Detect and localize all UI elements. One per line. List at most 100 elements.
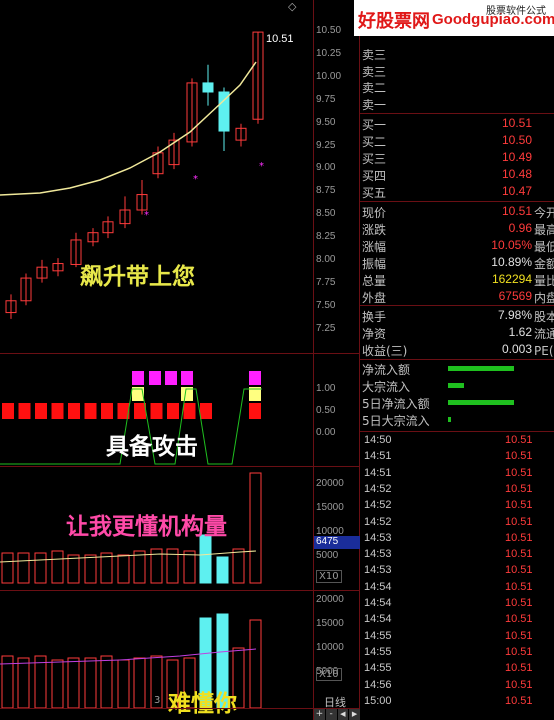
tick-price: 10.51 xyxy=(505,580,533,593)
volume-bar xyxy=(17,552,30,584)
quote-value: 0.96 xyxy=(508,221,532,235)
signal-block xyxy=(249,403,261,419)
axis-tick-label: 8.50 xyxy=(316,208,336,220)
money-bar xyxy=(17,657,30,709)
axis-tick-label: 9.75 xyxy=(316,93,336,105)
axis-tick-label: 9.00 xyxy=(316,162,336,174)
tick-price: 10.51 xyxy=(505,531,533,544)
tick-time: 14:53 xyxy=(364,548,392,561)
fund-divider xyxy=(360,359,554,360)
quote-row: 涨幅 10.05% 最低 xyxy=(362,238,554,254)
axis-tick-label: 1.00 xyxy=(316,383,336,394)
scroll-right-button[interactable]: ▶ xyxy=(349,709,360,720)
quote-row: 涨跌 0.96 最高 xyxy=(362,221,554,237)
money-bar xyxy=(51,659,64,709)
nav-buttons: + - ◀ ▶ xyxy=(314,709,360,720)
order-book-sell-row: 卖三 xyxy=(362,65,387,79)
money-flow-label: 净流入额 xyxy=(362,363,411,377)
signal-top-block xyxy=(249,371,261,385)
money-chart[interactable] xyxy=(0,592,312,710)
volume-bar xyxy=(34,552,47,584)
order-book-sell-row: 卖三 xyxy=(362,48,387,62)
tick-price: 10.51 xyxy=(505,662,533,675)
fundamental-label: 收益(三) xyxy=(362,344,408,358)
axis-tick-label: 15000 xyxy=(316,618,344,629)
zoom-out-button[interactable]: - xyxy=(325,709,337,720)
volume-unit-label: X10 xyxy=(316,570,342,583)
volume-cursor-value: 6475 xyxy=(314,536,360,549)
axis-tick-label: 10.00 xyxy=(316,70,342,82)
tick-time: 14:52 xyxy=(364,499,392,512)
chart-area[interactable]: * * * xyxy=(0,0,312,720)
money-chart-caption: 难懂你 xyxy=(168,691,237,717)
tick-price: 10.51 xyxy=(505,564,533,577)
signal-chart-caption: 具备攻击 xyxy=(106,434,198,460)
tick-row: 14:55 10.51 xyxy=(362,646,554,662)
quote-label: 外盘 xyxy=(362,291,387,305)
candlestick-chart[interactable]: * * * xyxy=(0,0,312,352)
signal-block xyxy=(18,403,31,419)
order-book-sell-row: 卖一 xyxy=(362,98,387,112)
tick-row: 14:52 10.51 xyxy=(362,516,554,532)
tick-time: 14:51 xyxy=(364,466,392,479)
tick-time: 14:56 xyxy=(364,678,392,691)
tick-time: 14:54 xyxy=(364,613,392,626)
signal-block xyxy=(84,403,97,419)
pane-divider xyxy=(0,708,359,709)
star-marker: * xyxy=(144,210,149,221)
volume-bar xyxy=(216,556,229,584)
signal-block xyxy=(183,403,196,419)
money-flow-label: 5日大宗流入 xyxy=(362,414,430,428)
tick-row: 14:55 10.51 xyxy=(362,662,554,678)
volume-bar xyxy=(183,550,196,584)
fundamental-row: 换手 7.98% 股本 xyxy=(362,308,554,324)
axis-tick-label: 20000 xyxy=(316,478,344,489)
tick-time: 14:50 xyxy=(364,434,392,446)
axis-tick-label: 10.50 xyxy=(316,25,342,36)
money-bar xyxy=(133,657,146,709)
money-bar xyxy=(100,655,113,709)
signal-block xyxy=(101,403,113,419)
order-book-divider xyxy=(360,113,554,114)
diamond-icon[interactable]: ◇ xyxy=(288,0,296,13)
fundamental-label: 换手 xyxy=(362,310,387,324)
quote-value: 10.05% xyxy=(491,238,532,252)
tick-time: 14:52 xyxy=(364,482,392,495)
order-book-buy-row: 买一 10.51 xyxy=(362,116,532,132)
watermark-tag: 股票软件公式 xyxy=(486,6,546,17)
quote-row: 总量 162294 量比 xyxy=(362,272,554,288)
tick-price: 10.51 xyxy=(505,613,533,626)
money-bar xyxy=(249,619,262,709)
scroll-left-button[interactable]: ◀ xyxy=(337,709,349,720)
candle-body xyxy=(202,82,214,93)
tick-price: 10.51 xyxy=(505,450,533,463)
quote-value: 67569 xyxy=(498,289,532,303)
money-flow-bar xyxy=(448,383,464,388)
volume-bar xyxy=(51,550,64,584)
money-flow-row: 大宗流入 xyxy=(362,378,554,394)
signal-block xyxy=(150,403,163,419)
quote-extra-label: 最高 xyxy=(534,223,554,237)
axis-tick-label: 15000 xyxy=(316,502,344,513)
order-book-buy-row: 买五 10.47 xyxy=(362,184,532,200)
zoom-in-button[interactable]: + xyxy=(314,709,325,720)
volume-bar xyxy=(117,554,130,584)
tick-price: 10.51 xyxy=(505,597,533,609)
money-flow-row: 5日净流入额 xyxy=(362,395,554,411)
tick-time: 14:55 xyxy=(364,662,392,675)
tick-row: 14:50 10.51 xyxy=(362,434,554,450)
quote-label: 现价 xyxy=(362,206,387,220)
fundamental-extra-label: 股本 xyxy=(534,310,554,324)
tick-row: 14:56 10.51 xyxy=(362,679,554,695)
pane-divider xyxy=(0,466,359,467)
tick-row: 14:52 10.51 xyxy=(362,483,554,499)
tick-time: 14:53 xyxy=(364,531,392,544)
tick-time: 14:54 xyxy=(364,597,392,609)
tick-row: 14:53 10.51 xyxy=(362,564,554,580)
period-label[interactable]: 日线 xyxy=(324,694,346,710)
money-flow-row: 5日大宗流入 xyxy=(362,412,554,428)
tick-price: 10.51 xyxy=(505,434,533,446)
order-book-divider xyxy=(360,201,554,202)
signal-block xyxy=(35,403,47,419)
axis-tick-label: 10.25 xyxy=(316,47,342,59)
